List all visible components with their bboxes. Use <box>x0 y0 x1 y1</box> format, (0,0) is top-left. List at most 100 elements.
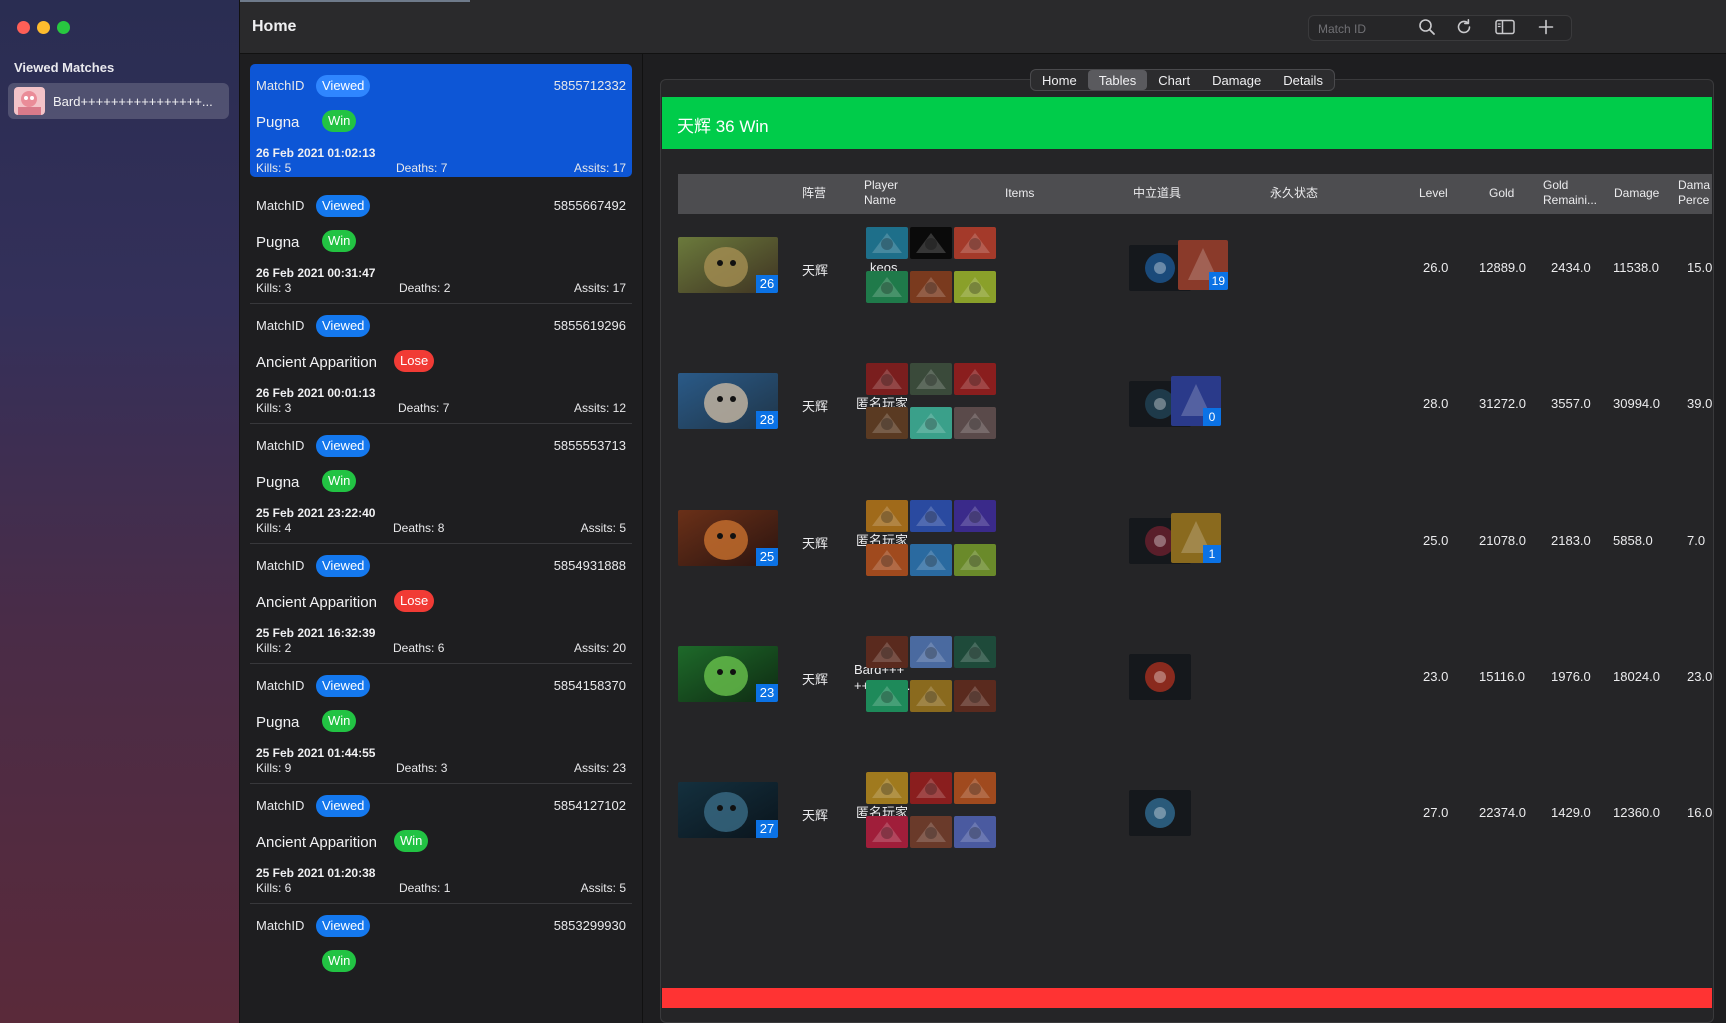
match-card[interactable]: MatchID Viewed 5854158370 Pugna Win 25 Feb 20… <box>250 664 632 784</box>
match-date: 26 Feb 2021 00:31:47 <box>256 266 376 280</box>
match-assists: Assits: 5 <box>580 521 626 535</box>
header-player-name-2[interactable]: Name <box>864 193 896 208</box>
match-deaths: Deaths: 6 <box>393 641 445 655</box>
item-icon <box>910 680 952 712</box>
match-deaths: Deaths: 7 <box>396 161 448 175</box>
hero-level-badge: 27 <box>756 820 778 838</box>
phantom-assassin-portrait: 27 <box>678 782 778 838</box>
header-damage-percent-1[interactable]: Dama <box>1678 178 1710 193</box>
match-card[interactable]: MatchID Viewed 5854931888 Ancient Apparitio… <box>250 544 632 664</box>
team-result-banner: 天辉 36 Win <box>662 97 1712 149</box>
item-icon <box>910 500 952 532</box>
match-deaths: Deaths: 1 <box>399 881 451 895</box>
tab-chart[interactable]: Chart <box>1147 70 1201 90</box>
match-hero-name: Ancient Apparition <box>256 834 377 851</box>
header-damage[interactable]: Damage <box>1614 186 1659 201</box>
match-kda: Kills: 3 Deaths: 7 Assits: 12 <box>256 401 626 417</box>
match-card[interactable]: MatchID Viewed 5855553713 Pugna Win 25 Feb 20… <box>250 424 632 544</box>
match-kills: Kills: 5 <box>256 161 292 175</box>
header-gold-remaining-1[interactable]: Gold <box>1543 178 1568 193</box>
header-player-name-1[interactable]: Player <box>864 178 898 193</box>
close-window-button[interactable] <box>17 21 30 34</box>
sidebar-item-player[interactable]: Bard++++++++++++++++... <box>8 83 229 119</box>
match-result-badge: Win <box>394 830 429 852</box>
damage-cell: 5858.0 <box>1613 533 1653 548</box>
item-icon <box>866 271 908 303</box>
match-card[interactable]: MatchID Viewed 5853299930 Win <box>250 904 632 1017</box>
item-icon <box>866 680 908 712</box>
monkey-king-portrait: 25 <box>678 510 778 566</box>
damage-percent-cell: 15.0 <box>1687 260 1713 275</box>
match-assists: Assits: 23 <box>573 761 626 775</box>
match-kills: Kills: 9 <box>256 761 292 775</box>
tab-tables[interactable]: Tables <box>1087 70 1148 90</box>
gold-remaining-cell: 3557.0 <box>1551 396 1591 411</box>
item-icon <box>866 636 908 668</box>
match-id: 5855553713 <box>553 438 626 453</box>
match-id-search[interactable] <box>1308 15 1572 41</box>
viewed-badge: Viewed <box>316 555 371 577</box>
zoom-window-button[interactable] <box>57 21 70 34</box>
match-date: 25 Feb 2021 16:32:39 <box>256 626 376 640</box>
table-row[interactable]: 23天辉Bard+++ ++++++...23.015116.01976.018… <box>678 636 1713 799</box>
match-id: 5855667492 <box>553 198 626 213</box>
match-card[interactable]: MatchID Viewed 5855667492 Pugna Win 26 Feb 20… <box>250 184 632 304</box>
minimize-window-button[interactable] <box>37 21 50 34</box>
match-id: 5854127102 <box>553 798 626 813</box>
table-row[interactable]: 28 天辉 匿名玩家 0 28.0 31272.0 3557.0 30994.0 39.0 <box>678 363 1712 526</box>
tab-home[interactable]: Home <box>1031 70 1088 90</box>
match-result-badge: Lose <box>394 590 435 612</box>
match-card[interactable]: MatchID Viewed 5855619296 Ancient Apparitio… <box>250 304 632 424</box>
viewed-badge: Viewed <box>316 675 371 697</box>
sniper-portrait: 28 <box>678 373 778 429</box>
damage-cell: 11538.0 <box>1613 260 1660 275</box>
damage-percent-cell: 23.0 <box>1687 669 1713 684</box>
match-hero-name: Ancient Apparition <box>256 594 377 611</box>
match-deaths: Deaths: 8 <box>393 521 445 535</box>
item-icon <box>866 772 908 804</box>
add-icon[interactable] <box>1534 15 1558 39</box>
tab-damage[interactable]: Damage <box>1201 70 1272 90</box>
match-assists: Assits: 17 <box>573 281 626 295</box>
header-items[interactable]: Items <box>1005 186 1034 201</box>
header-level[interactable]: Level <box>1419 186 1448 201</box>
match-kda: Kills: 6 Deaths: 1 Assits: 5 <box>256 881 626 897</box>
toolbar: Home <box>240 0 1726 54</box>
header-neutral-item[interactable]: 中立道具 <box>1133 186 1181 201</box>
tab-details[interactable]: Details <box>1272 70 1334 90</box>
gold-remaining-cell: 2434.0 <box>1551 260 1591 275</box>
table-row[interactable]: 25 天辉 匿名玩家 1 25.0 21078.0 2183.0 5858.0 7.0 <box>678 500 1712 663</box>
header-gold-remaining-2[interactable]: Remaini... <box>1543 193 1597 208</box>
table-row[interactable]: 27 天辉 匿名玩家 27.0 22374.0 1429.0 12360.0 16.0 <box>678 772 1713 935</box>
match-kda: Kills: 3 Deaths: 2 Assits: 17 <box>256 281 626 297</box>
hero-level-badge: 25 <box>756 548 778 566</box>
table-row[interactable]: 26 天辉 keos 19 26.0 12889.0 2434.0 11538.0 15.0 <box>678 227 1713 390</box>
damage-cell: 18024.0 <box>1613 669 1660 684</box>
search-icon[interactable] <box>1415 15 1439 39</box>
match-card[interactable]: MatchID Viewed 5854127102 Ancient Apparitio… <box>250 784 632 904</box>
item-icon <box>954 544 996 576</box>
item-icon <box>910 816 952 848</box>
refresh-icon[interactable] <box>1452 15 1476 39</box>
header-faction[interactable]: 阵营 <box>802 186 826 201</box>
header-gold[interactable]: Gold <box>1489 186 1514 201</box>
item-icon <box>954 407 996 439</box>
item-icon <box>954 636 996 668</box>
header-damage-percent-2[interactable]: Perce <box>1678 193 1709 208</box>
header-permanent-buffs[interactable]: 永久状态 <box>1270 186 1318 201</box>
hero-level-badge: 28 <box>756 411 778 429</box>
gold-remaining-cell: 1429.0 <box>1551 805 1591 820</box>
match-hero-name: Pugna <box>256 474 300 491</box>
item-icon <box>866 544 908 576</box>
sidebar-toggle-icon[interactable] <box>1493 15 1517 39</box>
match-kills: Kills: 3 <box>256 281 292 295</box>
item-icon <box>910 227 952 259</box>
match-id: 5855712332 <box>553 78 626 93</box>
viewed-badge: Viewed <box>316 795 371 817</box>
match-card[interactable]: MatchID Viewed 5855712332 Pugna Win 26 Feb 20… <box>250 64 632 177</box>
match-id: 5855619296 <box>553 318 626 333</box>
damage-percent-cell: 16.0 <box>1687 805 1713 820</box>
item-icon <box>866 227 908 259</box>
match-assists: Assits: 12 <box>573 401 626 415</box>
match-result-badge: Lose <box>394 350 435 372</box>
